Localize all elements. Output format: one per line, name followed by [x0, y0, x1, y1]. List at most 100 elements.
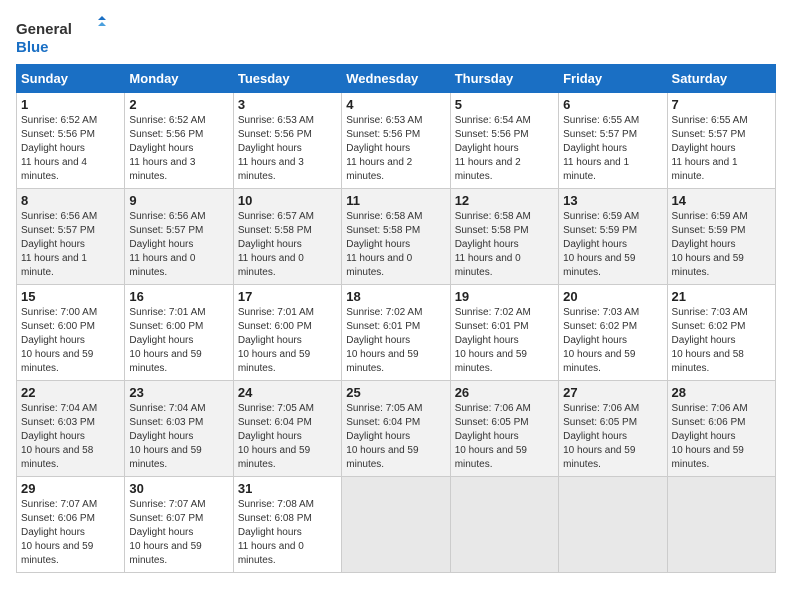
day-info: Sunrise: 6:52 AMSunset: 5:56 PMDaylight …: [21, 114, 120, 184]
day-number: 30: [129, 481, 228, 496]
day-info: Sunrise: 7:01 AMSunset: 6:00 PMDaylight …: [238, 306, 337, 376]
day-number: 6: [563, 97, 662, 112]
day-number: 8: [21, 193, 120, 208]
day-number: 17: [238, 289, 337, 304]
calendar-cell: 7 Sunrise: 6:55 AMSunset: 5:57 PMDaylight…: [667, 93, 775, 189]
day-number: 26: [455, 385, 554, 400]
day-info: Sunrise: 6:58 AMSunset: 5:58 PMDaylight …: [455, 210, 554, 280]
day-number: 13: [563, 193, 662, 208]
calendar-cell: 16Sunrise: 7:01 AMSunset: 6:00 PMDayligh…: [125, 285, 233, 381]
day-info: Sunrise: 7:01 AMSunset: 6:00 PMDaylight …: [129, 306, 228, 376]
col-header-monday: Monday: [125, 65, 233, 93]
day-number: 20: [563, 289, 662, 304]
day-number: 14: [672, 193, 771, 208]
day-info: Sunrise: 7:05 AMSunset: 6:04 PMDaylight …: [238, 402, 337, 472]
week-row-4: 22 Sunrise: 7:04 AMSunset: 6:03 PMDayligh…: [17, 381, 776, 477]
calendar-cell: 8 Sunrise: 6:56 AMSunset: 5:57 PMDaylight…: [17, 189, 125, 285]
week-row-5: 29 Sunrise: 7:07 AMSunset: 6:06 PMDayligh…: [17, 477, 776, 573]
calendar-cell: 29 Sunrise: 7:07 AMSunset: 6:06 PMDayligh…: [17, 477, 125, 573]
svg-text:General: General: [16, 21, 72, 38]
calendar-cell: 13Sunrise: 6:59 AMSunset: 5:59 PMDayligh…: [559, 189, 667, 285]
day-number: 3: [238, 97, 337, 112]
day-info: Sunrise: 6:57 AMSunset: 5:58 PMDaylight …: [238, 210, 337, 280]
day-info: Sunrise: 7:05 AMSunset: 6:04 PMDaylight …: [346, 402, 445, 472]
day-info: Sunrise: 7:07 AMSunset: 6:07 PMDaylight …: [129, 498, 228, 568]
day-number: 21: [672, 289, 771, 304]
day-info: Sunrise: 7:02 AMSunset: 6:01 PMDaylight …: [455, 306, 554, 376]
calendar-cell: 28Sunrise: 7:06 AMSunset: 6:06 PMDayligh…: [667, 381, 775, 477]
day-number: 4: [346, 97, 445, 112]
col-header-wednesday: Wednesday: [342, 65, 450, 93]
day-info: Sunrise: 6:53 AMSunset: 5:56 PMDaylight …: [346, 114, 445, 184]
calendar-cell: [342, 477, 450, 573]
calendar-cell: 11 Sunrise: 6:58 AMSunset: 5:58 PMDayligh…: [342, 189, 450, 285]
day-number: 29: [21, 481, 120, 496]
day-info: Sunrise: 7:04 AMSunset: 6:03 PMDaylight …: [129, 402, 228, 472]
calendar-cell: 17 Sunrise: 7:01 AMSunset: 6:00 PMDayligh…: [233, 285, 341, 381]
logo-svg: General Blue: [16, 16, 106, 56]
day-info: Sunrise: 6:52 AMSunset: 5:56 PMDaylight …: [129, 114, 228, 184]
day-number: 22: [21, 385, 120, 400]
day-info: Sunrise: 7:07 AMSunset: 6:06 PMDaylight …: [21, 498, 120, 568]
week-row-3: 15Sunrise: 7:00 AMSunset: 6:00 PMDayligh…: [17, 285, 776, 381]
day-number: 11: [346, 193, 445, 208]
day-info: Sunrise: 7:03 AMSunset: 6:02 PMDaylight …: [563, 306, 662, 376]
day-number: 25: [346, 385, 445, 400]
day-number: 9: [129, 193, 228, 208]
calendar-cell: 30 Sunrise: 7:07 AMSunset: 6:07 PMDayligh…: [125, 477, 233, 573]
day-number: 12: [455, 193, 554, 208]
col-header-thursday: Thursday: [450, 65, 558, 93]
calendar-cell: 1 Sunrise: 6:52 AMSunset: 5:56 PMDaylight…: [17, 93, 125, 189]
col-header-saturday: Saturday: [667, 65, 775, 93]
day-info: Sunrise: 6:56 AMSunset: 5:57 PMDaylight …: [21, 210, 120, 280]
calendar-cell: 26 Sunrise: 7:06 AMSunset: 6:05 PMDayligh…: [450, 381, 558, 477]
day-number: 10: [238, 193, 337, 208]
calendar-cell: 31 Sunrise: 7:08 AMSunset: 6:08 PMDayligh…: [233, 477, 341, 573]
svg-text:Blue: Blue: [16, 39, 49, 56]
day-info: Sunrise: 7:06 AMSunset: 6:05 PMDaylight …: [455, 402, 554, 472]
day-info: Sunrise: 7:04 AMSunset: 6:03 PMDaylight …: [21, 402, 120, 472]
calendar-body: 1 Sunrise: 6:52 AMSunset: 5:56 PMDaylight…: [17, 93, 776, 573]
calendar-cell: 20 Sunrise: 7:03 AMSunset: 6:02 PMDayligh…: [559, 285, 667, 381]
calendar-cell: 21 Sunrise: 7:03 AMSunset: 6:02 PMDayligh…: [667, 285, 775, 381]
calendar-cell: 10 Sunrise: 6:57 AMSunset: 5:58 PMDayligh…: [233, 189, 341, 285]
calendar-cell: 4 Sunrise: 6:53 AMSunset: 5:56 PMDaylight…: [342, 93, 450, 189]
day-info: Sunrise: 7:08 AMSunset: 6:08 PMDaylight …: [238, 498, 337, 568]
calendar-cell: 18Sunrise: 7:02 AMSunset: 6:01 PMDayligh…: [342, 285, 450, 381]
calendar-cell: [559, 477, 667, 573]
day-info: Sunrise: 6:54 AMSunset: 5:56 PMDaylight …: [455, 114, 554, 184]
calendar-cell: 15Sunrise: 7:00 AMSunset: 6:00 PMDayligh…: [17, 285, 125, 381]
day-number: 18: [346, 289, 445, 304]
calendar-cell: 9 Sunrise: 6:56 AMSunset: 5:57 PMDaylight…: [125, 189, 233, 285]
calendar-cell: 2Sunrise: 6:52 AMSunset: 5:56 PMDaylight…: [125, 93, 233, 189]
calendar-cell: [450, 477, 558, 573]
day-info: Sunrise: 6:53 AMSunset: 5:56 PMDaylight …: [238, 114, 337, 184]
day-info: Sunrise: 6:56 AMSunset: 5:57 PMDaylight …: [129, 210, 228, 280]
day-info: Sunrise: 6:55 AMSunset: 5:57 PMDaylight …: [672, 114, 771, 184]
calendar-cell: 22 Sunrise: 7:04 AMSunset: 6:03 PMDayligh…: [17, 381, 125, 477]
calendar-cell: 12 Sunrise: 6:58 AMSunset: 5:58 PMDayligh…: [450, 189, 558, 285]
page-header: General Blue: [16, 16, 776, 56]
calendar-cell: 24Sunrise: 7:05 AMSunset: 6:04 PMDayligh…: [233, 381, 341, 477]
calendar-cell: 27Sunrise: 7:06 AMSunset: 6:05 PMDayligh…: [559, 381, 667, 477]
day-info: Sunrise: 7:06 AMSunset: 6:05 PMDaylight …: [563, 402, 662, 472]
day-number: 31: [238, 481, 337, 496]
day-number: 28: [672, 385, 771, 400]
day-info: Sunrise: 6:58 AMSunset: 5:58 PMDaylight …: [346, 210, 445, 280]
day-info: Sunrise: 7:03 AMSunset: 6:02 PMDaylight …: [672, 306, 771, 376]
day-number: 5: [455, 97, 554, 112]
day-number: 7: [672, 97, 771, 112]
calendar-cell: 23Sunrise: 7:04 AMSunset: 6:03 PMDayligh…: [125, 381, 233, 477]
col-header-tuesday: Tuesday: [233, 65, 341, 93]
calendar-cell: 6Sunrise: 6:55 AMSunset: 5:57 PMDaylight…: [559, 93, 667, 189]
calendar-cell: 14Sunrise: 6:59 AMSunset: 5:59 PMDayligh…: [667, 189, 775, 285]
week-row-1: 1 Sunrise: 6:52 AMSunset: 5:56 PMDaylight…: [17, 93, 776, 189]
col-header-friday: Friday: [559, 65, 667, 93]
calendar-cell: [667, 477, 775, 573]
day-number: 15: [21, 289, 120, 304]
logo: General Blue: [16, 16, 106, 56]
day-number: 19: [455, 289, 554, 304]
day-number: 1: [21, 97, 120, 112]
calendar-header-row: SundayMondayTuesdayWednesdayThursdayFrid…: [17, 65, 776, 93]
calendar-cell: 25 Sunrise: 7:05 AMSunset: 6:04 PMDayligh…: [342, 381, 450, 477]
